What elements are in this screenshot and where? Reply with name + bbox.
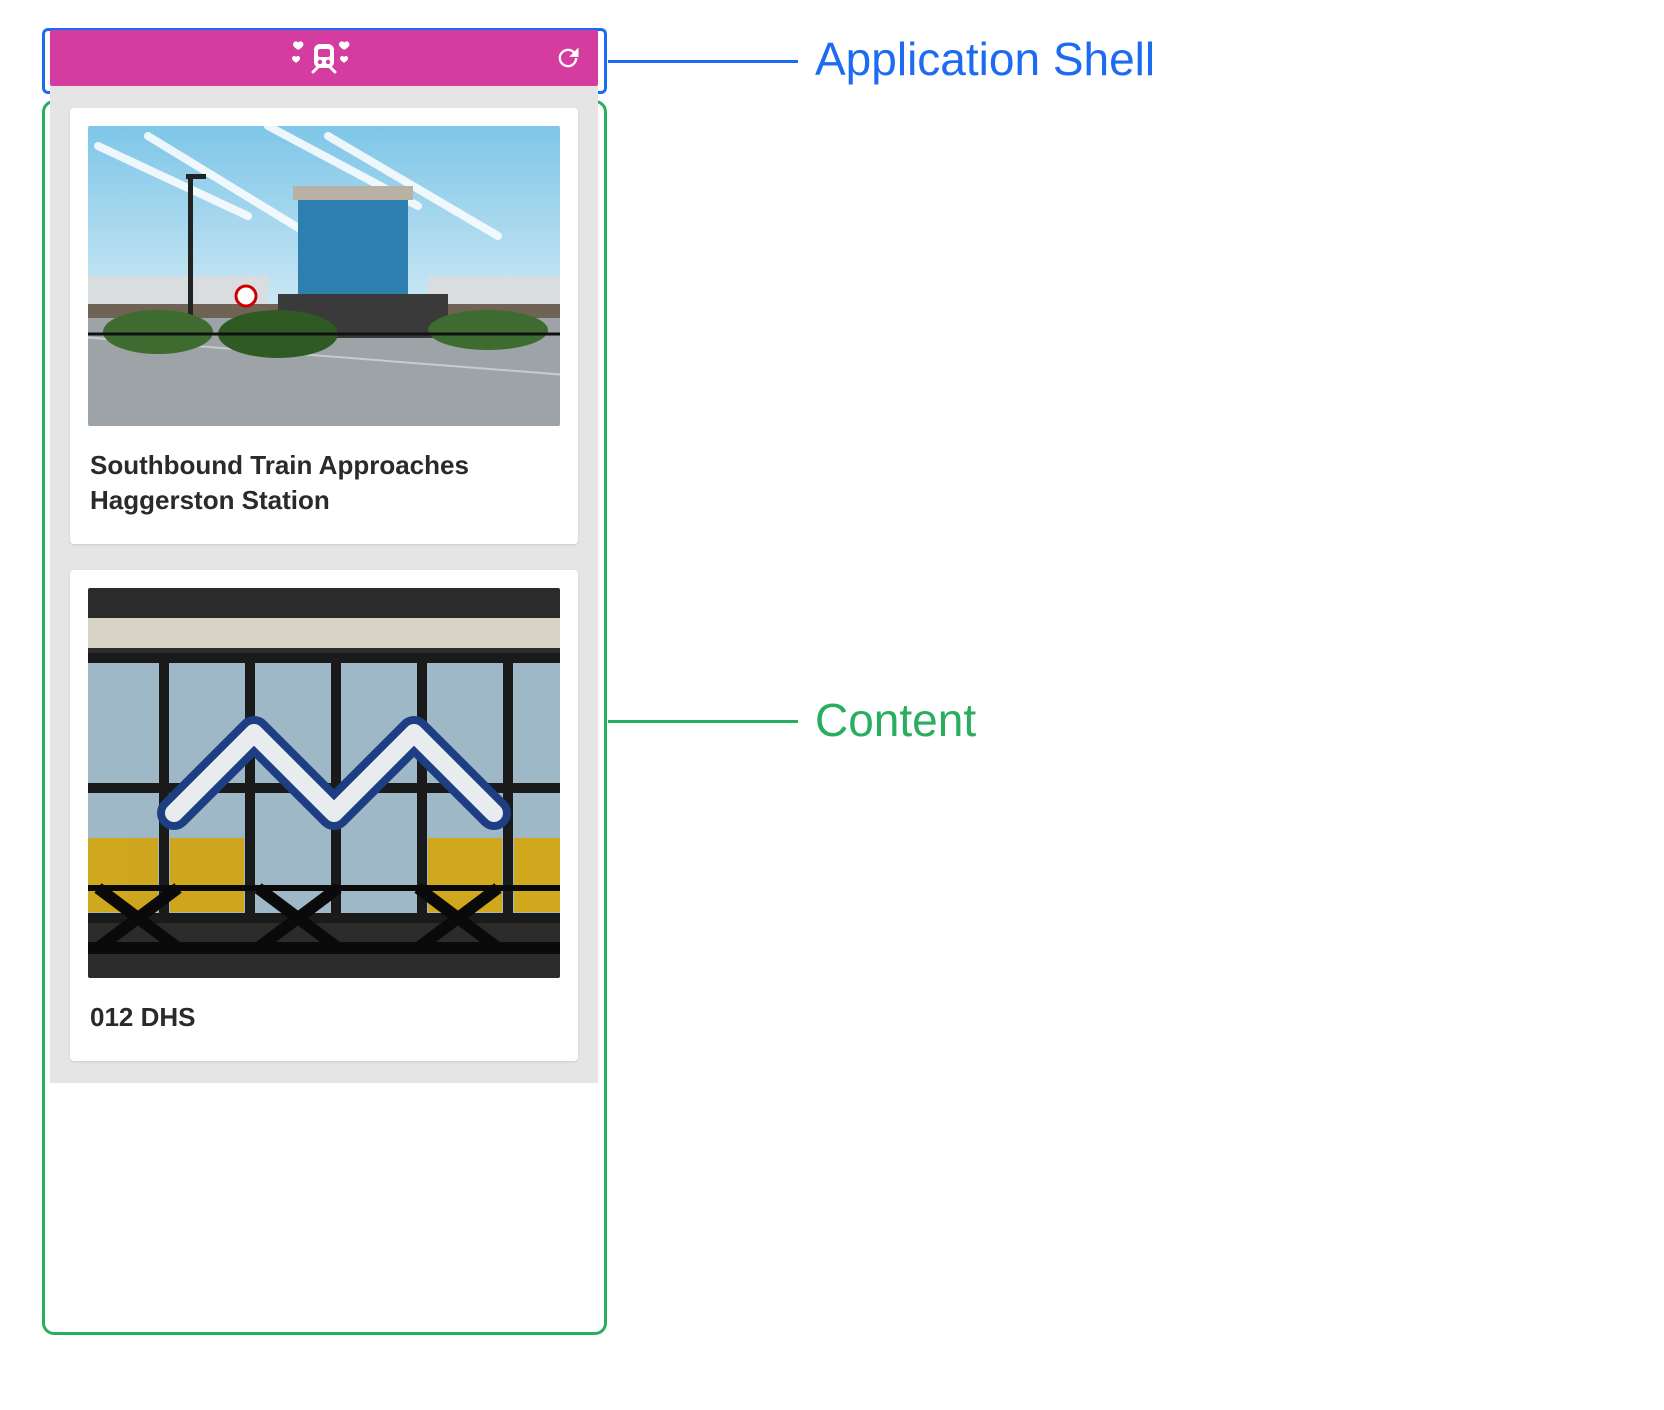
feed-card[interactable]: 012 DHS bbox=[70, 570, 578, 1061]
shell-annotation-label: Application Shell bbox=[815, 32, 1155, 86]
card-title: Southbound Train Approaches Haggerston S… bbox=[90, 448, 558, 518]
content-feed: Southbound Train Approaches Haggerston S… bbox=[50, 86, 598, 1083]
app-mock: Southbound Train Approaches Haggerston S… bbox=[50, 30, 598, 1083]
card-thumbnail bbox=[88, 126, 560, 426]
card-thumbnail bbox=[88, 588, 560, 978]
app-bar bbox=[50, 30, 598, 86]
train-hearts-icon bbox=[288, 38, 360, 78]
content-annotation-leader bbox=[608, 720, 798, 723]
content-annotation-label: Content bbox=[815, 693, 976, 747]
card-title: 012 DHS bbox=[90, 1000, 558, 1035]
reload-icon[interactable] bbox=[554, 44, 582, 72]
feed-card[interactable]: Southbound Train Approaches Haggerston S… bbox=[70, 108, 578, 544]
shell-annotation-leader bbox=[608, 60, 798, 63]
